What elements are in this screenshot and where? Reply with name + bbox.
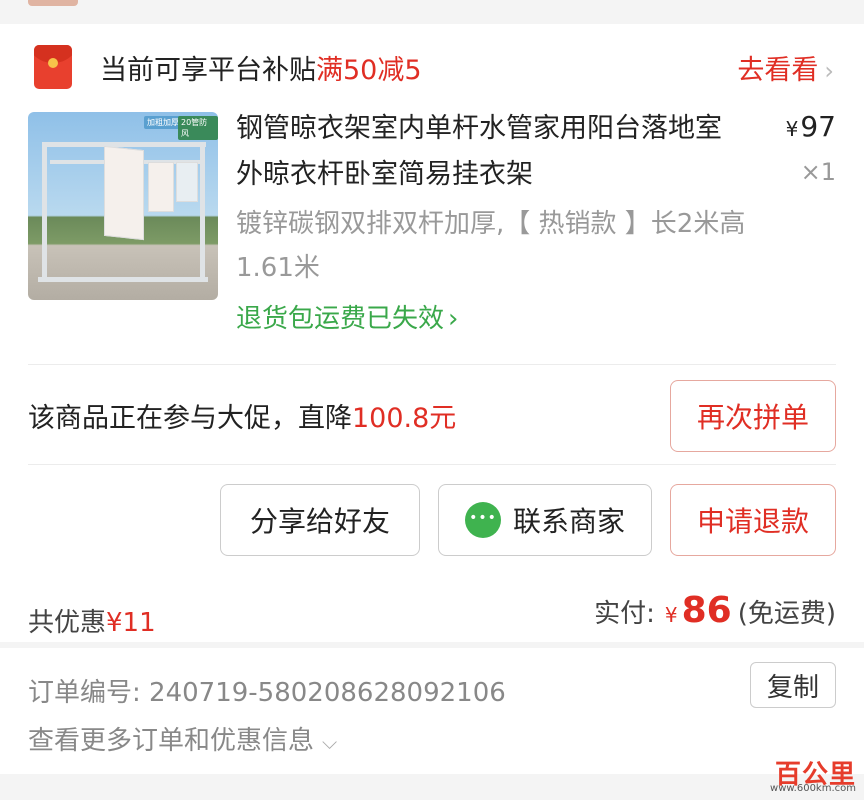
- more-order-info-toggle[interactable]: 查看更多订单和优惠信息 ⌵: [28, 720, 337, 757]
- product-thumbnail[interactable]: 加粗加厚 20管防风: [28, 112, 218, 300]
- chat-bubble-icon: •••: [464, 502, 501, 538]
- order-number: 订单编号: 240719-580208628092106: [28, 678, 506, 708]
- product-price: ¥97: [785, 110, 836, 143]
- copy-button[interactable]: 复制: [750, 662, 836, 708]
- subsidy-text: 当前可享平台补贴满50减5: [100, 55, 422, 86]
- chevron-right-icon: ›: [824, 57, 834, 85]
- subsidy-view-link[interactable]: 去看看 ›: [737, 48, 834, 87]
- refund-shipping-status[interactable]: 退货包运费已失效 ›: [236, 298, 458, 335]
- regroup-button[interactable]: 再次拼单: [670, 380, 836, 452]
- contact-seller-button[interactable]: ••• 联系商家: [438, 484, 652, 556]
- share-button[interactable]: 分享给好友: [220, 484, 420, 556]
- red-packet-icon: [34, 45, 72, 89]
- promo-row: 该商品正在参与大促，直降100.8元 再次拼单: [0, 366, 864, 464]
- image-tag: 加粗加厚: [144, 116, 182, 129]
- paid-amount: 86: [681, 590, 732, 631]
- chevron-down-icon: ⌵: [322, 730, 338, 754]
- product-quantity: ×1: [800, 158, 836, 186]
- promo-text: 该商品正在参与大促，直降100.8元: [28, 403, 457, 434]
- contact-seller-label: 联系商家: [512, 505, 625, 538]
- top-strip: [0, 0, 864, 24]
- order-card: 当前可享平台补贴满50减5 去看看 › 加粗加厚 20管防风 钢管晾衣架室内单杆水…: [0, 24, 864, 642]
- subsidy-banner[interactable]: 当前可享平台补贴满50减5 去看看 ›: [0, 24, 864, 102]
- chevron-right-icon: ›: [448, 304, 459, 334]
- promo-discount: 100.8元: [352, 403, 457, 434]
- total-discount: 共优惠¥11: [28, 608, 156, 638]
- watermark-logo: 百公里 www.600km.com: [726, 754, 856, 794]
- image-tag: 20管防风: [178, 116, 218, 140]
- action-buttons: 分享给好友 ••• 联系商家 申请退款: [0, 464, 864, 574]
- discount-value: ¥11: [106, 608, 156, 638]
- product-item[interactable]: 加粗加厚 20管防风 钢管晾衣架室内单杆水管家用阳台落地室外晾衣杆卧室简易挂衣架…: [0, 102, 864, 364]
- apply-refund-button[interactable]: 申请退款: [670, 484, 836, 556]
- previous-card-edge: [28, 0, 78, 6]
- shipping-note: (免运费): [737, 599, 836, 629]
- product-title[interactable]: 钢管晾衣架室内单杆水管家用阳台落地室外晾衣杆卧室简易挂衣架: [236, 106, 736, 198]
- product-spec: 镀锌碳钢双排双杆加厚,【 热销款 】长2米高1.61米: [236, 209, 746, 283]
- totals-row: 共优惠¥11 实付: ¥86 (免运费): [0, 584, 864, 642]
- watermark-url: www.600km.com: [770, 783, 856, 794]
- amount-paid: 实付: ¥86 (免运费): [594, 590, 836, 631]
- divider: [28, 364, 836, 365]
- subsidy-highlight: 满50减5: [316, 55, 422, 86]
